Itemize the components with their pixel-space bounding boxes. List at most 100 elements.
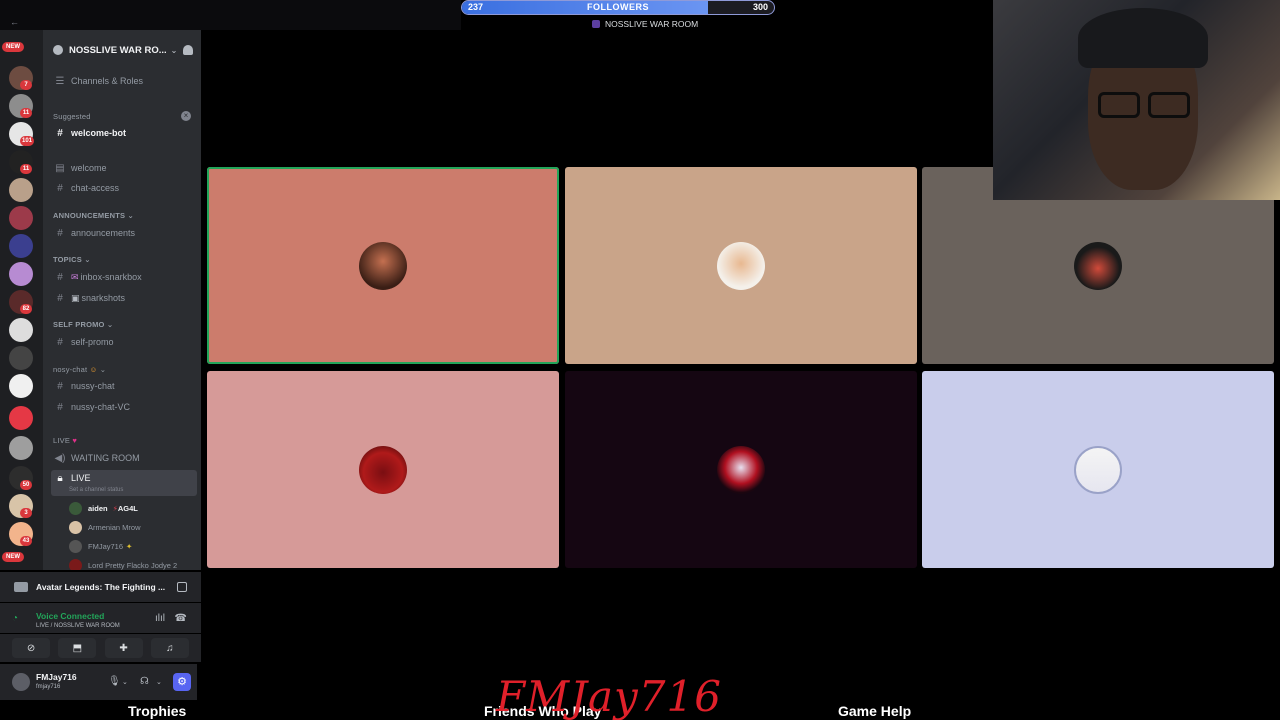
channel-welcome[interactable]: ▤ welcome: [51, 159, 197, 177]
followers-label: FOLLOWERS: [587, 2, 649, 12]
close-icon[interactable]: ×: [181, 111, 191, 121]
voice-room-title: NOSSLIVE WAR ROOM: [592, 19, 698, 29]
channel-inbox-snarkbox[interactable]: # ✉ inbox-snarkbox: [51, 268, 197, 286]
screen-share-icon: ⬒: [72, 642, 83, 654]
voice-connection-panel: ◔ Voice Connected LIVE / NOSSLIVE WAR RO…: [0, 603, 201, 633]
channel-nussy-chat[interactable]: # nussy-chat: [51, 377, 197, 395]
participant-avatar: [1074, 241, 1122, 290]
hash-icon: #: [57, 271, 63, 283]
avatar: [69, 501, 82, 515]
voice-user-name: Armenian Mrow: [88, 522, 141, 532]
channel-label: WAITING ROOM: [71, 453, 140, 463]
category-announcements[interactable]: ANNOUNCEMENTS ⌄: [53, 211, 134, 220]
participant-tile[interactable]: [565, 167, 917, 364]
voice-user[interactable]: Armenian Mrow: [69, 519, 141, 535]
voice-status[interactable]: Voice Connected: [36, 611, 104, 621]
participant-tile[interactable]: [207, 167, 559, 364]
avatar: [69, 539, 82, 553]
mention-count: 50: [20, 480, 32, 490]
channel-welcome-bot[interactable]: # welcome-bot: [51, 124, 197, 142]
category-self-promo[interactable]: SELF PROMO ⌄: [53, 320, 113, 329]
channel-announcements[interactable]: # announcements: [51, 224, 197, 242]
user-handle: fmjay716: [36, 684, 61, 690]
voice-location: LIVE / NOSSLIVE WAR ROOM: [36, 623, 120, 629]
server-icon[interactable]: [9, 318, 33, 342]
activity-game-name: Avatar Legends: The Fighting ...: [36, 582, 166, 592]
webcam-overlay: [993, 0, 1280, 200]
camera-icon: ▣: [71, 292, 80, 303]
streamer-cap: [1078, 8, 1208, 68]
channel-waiting-room[interactable]: ◀) WAITING ROOM: [51, 449, 197, 467]
channels-roles-item[interactable]: ☰ Channels & Roles: [51, 72, 197, 90]
channel-status[interactable]: Set a channel status: [69, 487, 123, 493]
category-nosy-chat[interactable]: nosy-chat ☺ ⌄: [53, 365, 106, 374]
settings-gear-icon[interactable]: ⚙: [173, 673, 191, 691]
server-settings-icon: [53, 45, 63, 55]
hash-icon: #: [57, 380, 63, 392]
hash-icon: #: [57, 292, 63, 304]
add-member-icon[interactable]: [183, 45, 193, 55]
voice-user[interactable]: Lord Pretty Flacko Jodye 2: [69, 557, 177, 570]
category-topics[interactable]: TOPICS ⌄: [53, 255, 91, 264]
lock-icon: 🔒︎: [57, 473, 63, 484]
avatar: [69, 520, 82, 534]
disconnect-icon[interactable]: ☎: [175, 613, 187, 624]
server-icon[interactable]: [9, 346, 33, 370]
participant-tile[interactable]: [922, 371, 1274, 568]
voice-user[interactable]: FMJay716 ✦: [69, 538, 132, 554]
server-icon[interactable]: [9, 436, 33, 460]
signal-icon[interactable]: ◔: [12, 613, 18, 624]
chevron-down-icon[interactable]: ⌄: [156, 678, 162, 686]
list-icon: ☰: [55, 75, 65, 87]
avatar: [69, 558, 82, 570]
server-header[interactable]: NOSSLIVE WAR RO... ⌄: [43, 38, 201, 62]
server-icon[interactable]: [9, 406, 33, 430]
soundboard-button[interactable]: ♫: [150, 638, 189, 658]
streamer-handle-overlay: FMJay716: [496, 672, 722, 720]
avatar[interactable]: [12, 673, 30, 691]
participant-avatar: [717, 241, 765, 290]
channel-self-promo[interactable]: # self-promo: [51, 333, 197, 351]
server-icon[interactable]: [9, 234, 33, 258]
camera-button[interactable]: ⊘: [12, 638, 51, 658]
channel-snarkshots[interactable]: # ▣ snarkshots: [51, 289, 197, 307]
participant-tile[interactable]: [565, 371, 917, 568]
channel-label: welcome: [71, 163, 107, 173]
mention-count: 82: [20, 304, 32, 314]
participant-avatar: [717, 445, 765, 494]
hash-icon: #: [57, 336, 63, 348]
activities-button[interactable]: ✚: [104, 638, 143, 658]
suggested-heading: Suggested: [53, 112, 91, 121]
server-icon[interactable]: [9, 374, 33, 398]
channel-label: self-promo: [71, 337, 114, 347]
mention-count: 3: [20, 508, 32, 518]
channel-nussy-chat-vc[interactable]: # nussy-chat-VC: [51, 398, 197, 416]
participant-tile[interactable]: [207, 371, 559, 568]
menu-trophies[interactable]: Trophies: [128, 703, 186, 719]
hash-icon: #: [57, 127, 63, 139]
channel-chat-access[interactable]: # chat-access: [51, 179, 197, 197]
activity-embed-icon[interactable]: [177, 582, 187, 592]
voice-user-name: FMJay716: [88, 541, 124, 551]
chevron-down-icon[interactable]: ⌄: [122, 678, 128, 686]
noise-suppression-icon[interactable]: ılıl: [155, 613, 165, 624]
microphone-icon[interactable]: 🎙︎: [108, 676, 121, 687]
headphones-icon[interactable]: ☊: [140, 676, 149, 687]
video-off-icon: ⊘: [26, 642, 36, 654]
back-arrow-icon[interactable]: ←: [10, 17, 19, 27]
server-icon[interactable]: [9, 178, 33, 202]
voice-user[interactable]: aiden ⚡ AG4L: [69, 500, 138, 516]
user-name[interactable]: FMJay716: [36, 672, 77, 682]
followers-target: 300: [752, 2, 768, 12]
server-icon[interactable]: [9, 206, 33, 230]
channel-sidebar: NOSSLIVE WAR RO... ⌄ ☰ Channels & Roles …: [43, 30, 201, 570]
new-badge: NEW: [2, 552, 24, 562]
activity-panel[interactable]: Avatar Legends: The Fighting ...: [0, 572, 201, 602]
menu-game-help[interactable]: Game Help: [838, 703, 911, 719]
category-live[interactable]: LIVE ♥: [53, 436, 77, 445]
screen-share-button[interactable]: ⬒: [58, 638, 97, 658]
followers-goal-bar: 237 FOLLOWERS 300: [461, 0, 775, 15]
participant-avatar: [359, 445, 407, 494]
hash-icon: #: [57, 182, 63, 194]
server-icon[interactable]: [9, 262, 33, 286]
